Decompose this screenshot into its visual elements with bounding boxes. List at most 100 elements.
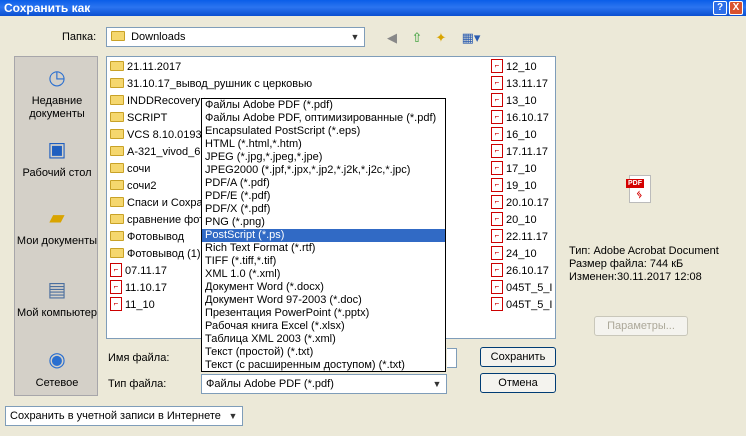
place-mydocs[interactable]: ▰ Мои документы bbox=[15, 203, 99, 248]
place-label: Сетевое bbox=[35, 377, 79, 389]
file-name: 16.10.17 bbox=[506, 112, 549, 124]
pdf-file-icon: ⌐ bbox=[491, 93, 503, 108]
pdf-file-icon: ⌐ bbox=[491, 59, 503, 74]
folder-combo[interactable]: Downloads ▼ bbox=[106, 27, 365, 47]
filetype-option[interactable]: Рабочая книга Excel (*.xlsx) bbox=[202, 320, 445, 333]
file-name: 21.11.2017 bbox=[127, 61, 182, 73]
folder-icon bbox=[110, 163, 124, 174]
help-button[interactable]: ? bbox=[713, 1, 727, 15]
filetype-option[interactable]: JPEG2000 (*.jpf,*.jpx,*.jp2,*.j2k,*.j2c,… bbox=[202, 164, 445, 177]
filetype-option[interactable]: TIFF (*.tiff,*.tif) bbox=[202, 255, 445, 268]
folder-docs-icon: ▰ bbox=[49, 207, 65, 229]
filetype-option[interactable]: Файлы Adobe PDF, оптимизированные (*.pdf… bbox=[202, 112, 445, 125]
params-button[interactable]: Параметры... bbox=[594, 316, 688, 336]
list-item[interactable]: 21.11.2017 bbox=[110, 59, 205, 76]
file-name: INDDRecovery (1) bbox=[127, 95, 205, 107]
list-item[interactable]: ⌐ 17.11.17 bbox=[491, 144, 555, 161]
chevron-down-icon[interactable]: ▼ bbox=[430, 377, 444, 391]
back-icon[interactable]: ◀ bbox=[383, 29, 401, 47]
list-item[interactable]: ⌐ 17_10 bbox=[491, 161, 555, 178]
list-item[interactable]: сравнение фот bbox=[110, 212, 205, 229]
list-item[interactable]: ⌐ 24_10 bbox=[491, 246, 555, 263]
pdf-file-icon: ⌐ bbox=[110, 297, 122, 312]
filetype-option[interactable]: PostScript (*.ps) bbox=[202, 229, 445, 242]
filetype-option[interactable]: Файлы Adobe PDF (*.pdf) bbox=[202, 99, 445, 112]
pdf-file-icon: ⌐ bbox=[491, 161, 503, 176]
list-item[interactable]: ⌐ 07.11.17 bbox=[110, 263, 205, 280]
list-item[interactable]: ⌐ 19_10 bbox=[491, 178, 555, 195]
up-folder-icon[interactable]: ⇧ bbox=[408, 29, 426, 47]
pdf-badge: PDF bbox=[626, 179, 644, 188]
filetype-option[interactable]: PDF/A (*.pdf) bbox=[202, 177, 445, 190]
list-item[interactable]: ⌐ 16_10 bbox=[491, 127, 555, 144]
filetype-option[interactable]: Текст (с расширенным доступом) (*.txt) bbox=[202, 359, 445, 372]
list-item[interactable]: ⌐ 11.10.17 bbox=[110, 280, 205, 297]
list-item[interactable]: ⌐ 13.11.17 bbox=[491, 76, 555, 93]
place-network[interactable]: ◉ Сетевое bbox=[15, 345, 99, 390]
filetype-option[interactable]: JPEG (*.jpg,*.jpeg,*.jpe) bbox=[202, 151, 445, 164]
cancel-button[interactable]: Отмена bbox=[480, 373, 556, 393]
file-name: 24_10 bbox=[506, 248, 537, 260]
place-desktop[interactable]: ▣ Рабочий стол bbox=[15, 135, 99, 180]
filetype-option[interactable]: Текст (простой) (*.txt) bbox=[202, 346, 445, 359]
pdf-file-icon: ⌐ bbox=[110, 280, 122, 295]
chevron-down-icon[interactable]: ▼ bbox=[348, 30, 362, 44]
file-name: А-321_vivod_6 bbox=[127, 146, 201, 158]
folder-icon bbox=[110, 78, 124, 89]
filetype-option[interactable]: HTML (*.html,*.htm) bbox=[202, 138, 445, 151]
list-item[interactable]: ⌐ 13_10 bbox=[491, 93, 555, 110]
filetype-combo[interactable]: Файлы Adobe PDF (*.pdf) ▼ bbox=[201, 374, 447, 394]
file-name: 12_10 bbox=[506, 61, 537, 73]
list-item[interactable]: VCS 8.10.0193 bbox=[110, 127, 205, 144]
filetype-option[interactable]: Документ Word (*.docx) bbox=[202, 281, 445, 294]
place-recent[interactable]: ◷ Недавние документы bbox=[15, 63, 99, 121]
filetype-option[interactable]: XML 1.0 (*.xml) bbox=[202, 268, 445, 281]
list-item[interactable]: ⌐ 16.10.17 bbox=[491, 110, 555, 127]
list-item[interactable]: А-321_vivod_6 bbox=[110, 144, 205, 161]
list-item[interactable]: Фотовывод (1) bbox=[110, 246, 205, 263]
place-label: Мой компьютер bbox=[16, 307, 98, 319]
list-item[interactable]: ⌐ 22.11.17 bbox=[491, 229, 555, 246]
place-label: Рабочий стол bbox=[22, 167, 92, 179]
place-mycomputer[interactable]: ▤ Мой компьютер bbox=[15, 275, 99, 320]
list-item[interactable]: SCRIPT bbox=[110, 110, 205, 127]
view-menu-icon[interactable]: ▦▾ bbox=[458, 29, 484, 47]
filetype-option[interactable]: Презентация PowerPoint (*.pptx) bbox=[202, 307, 445, 320]
online-save-combo[interactable]: Сохранить в учетной записи в Интернете ▼ bbox=[5, 406, 243, 426]
close-button[interactable]: X bbox=[729, 1, 743, 15]
list-item[interactable]: 31.10.17_вывод_рушник с церковью bbox=[110, 76, 490, 93]
list-item[interactable]: ⌐ 26.10.17 bbox=[491, 263, 555, 280]
filetype-option[interactable]: Encapsulated PostScript (*.eps) bbox=[202, 125, 445, 138]
pdf-file-icon: ⌐ bbox=[491, 280, 503, 295]
filename-label: Имя файла: bbox=[108, 352, 170, 364]
filetype-option[interactable]: PDF/E (*.pdf) bbox=[202, 190, 445, 203]
pdf-file-icon: ⌐ bbox=[491, 195, 503, 210]
list-item[interactable]: Спаси и Сохрани bbox=[110, 195, 205, 212]
chevron-down-icon[interactable]: ▼ bbox=[226, 409, 240, 423]
filetype-label: Тип файла: bbox=[108, 378, 167, 390]
list-item[interactable]: ⌐ 20_10 bbox=[491, 212, 555, 229]
file-name: 13_10 bbox=[506, 95, 537, 107]
list-item[interactable]: ⌐ 20.10.17 bbox=[491, 195, 555, 212]
filetype-option[interactable]: PNG (*.png) bbox=[202, 216, 445, 229]
filetype-option[interactable]: PDF/X (*.pdf) bbox=[202, 203, 445, 216]
list-item[interactable]: сочи bbox=[110, 161, 205, 178]
list-item[interactable]: INDDRecovery (1) bbox=[110, 93, 205, 110]
new-folder-icon[interactable]: ✦ bbox=[432, 29, 450, 47]
pdf-file-icon: ⌐ bbox=[491, 110, 503, 125]
window-titlebar: Сохранить как bbox=[0, 0, 746, 16]
filename-input[interactable] bbox=[447, 348, 457, 368]
list-item[interactable]: ⌐ 045T_5_I bbox=[491, 280, 555, 297]
list-item[interactable]: ⌐ 045T_5_I bbox=[491, 297, 555, 314]
list-item[interactable]: ⌐ 11_10 bbox=[110, 297, 205, 314]
filetype-option[interactable]: Документ Word 97-2003 (*.doc) bbox=[202, 294, 445, 307]
save-button[interactable]: Сохранить bbox=[480, 347, 556, 367]
filetype-dropdown-list[interactable]: Файлы Adobe PDF (*.pdf) Файлы Adobe PDF, … bbox=[201, 98, 446, 372]
file-name: 31.10.17_вывод_рушник с церковью bbox=[127, 78, 313, 90]
filetype-option[interactable]: Rich Text Format (*.rtf) bbox=[202, 242, 445, 255]
list-item[interactable]: ⌐ 12_10 bbox=[491, 59, 555, 76]
file-name: 20.10.17 bbox=[506, 197, 549, 209]
list-item[interactable]: Фотовывод bbox=[110, 229, 205, 246]
list-item[interactable]: сочи2 bbox=[110, 178, 205, 195]
filetype-option[interactable]: Таблица XML 2003 (*.xml) bbox=[202, 333, 445, 346]
